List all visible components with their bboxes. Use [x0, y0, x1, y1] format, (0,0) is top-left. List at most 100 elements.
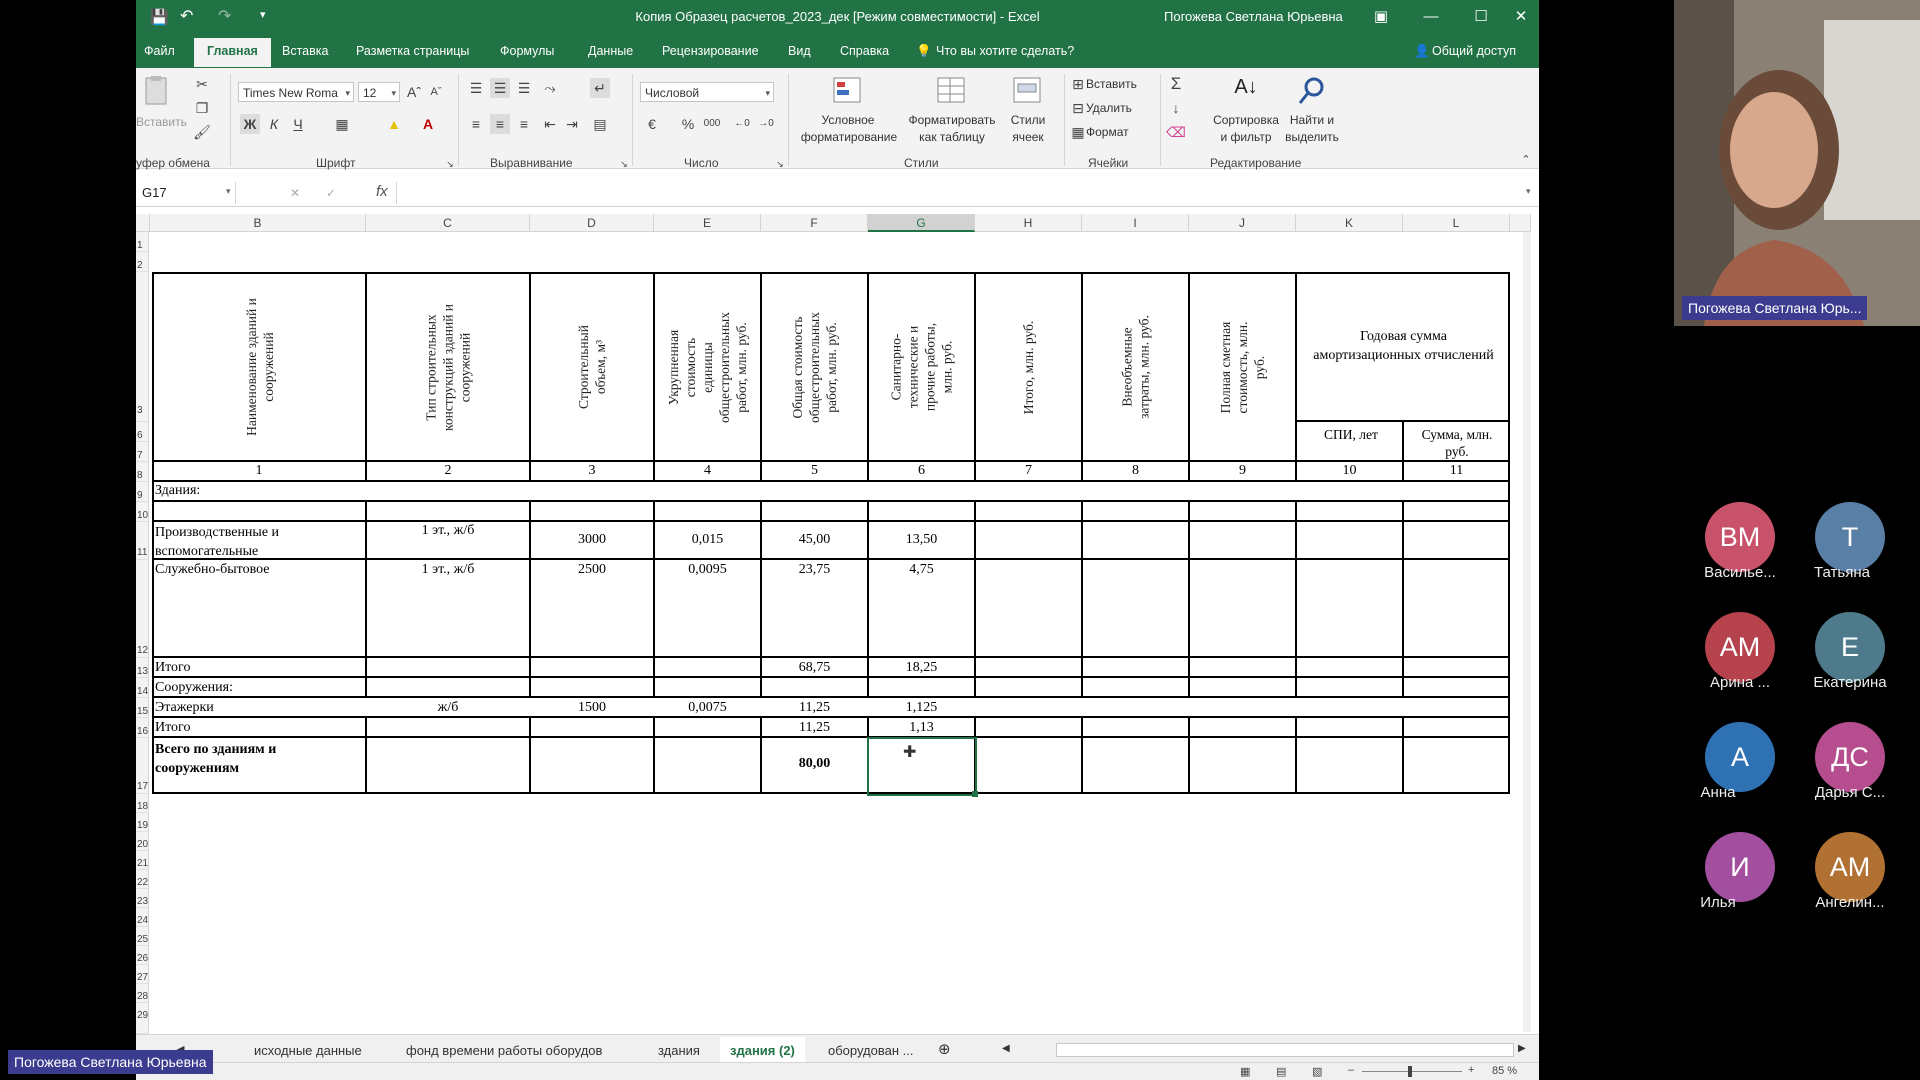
row-header[interactable]: 19 — [136, 813, 149, 832]
header-cell[interactable]: СПИ, лет — [1311, 426, 1391, 460]
participant-avatar[interactable]: ВМ — [1705, 502, 1775, 572]
row-header[interactable]: 21 — [136, 851, 149, 870]
row-header[interactable]: 12 — [136, 560, 149, 658]
row-header[interactable]: 3 — [136, 272, 149, 422]
format-painter-icon[interactable]: 🖌 — [192, 122, 212, 142]
underline-button[interactable]: Ч — [288, 114, 308, 134]
borders-icon[interactable]: ▦ — [332, 114, 352, 134]
column-header-partial[interactable] — [1510, 214, 1531, 232]
cell-sanitary[interactable]: 1,125 — [868, 700, 975, 716]
participant-avatar[interactable]: Т — [1815, 502, 1885, 572]
row-header[interactable]: 23 — [136, 889, 149, 908]
find-select-line2[interactable]: выделить — [1274, 129, 1350, 146]
scroll-right-icon[interactable]: ▶ — [1518, 1043, 1526, 1054]
tab-help[interactable]: Справка — [840, 44, 889, 58]
row-header[interactable]: 24 — [136, 908, 149, 927]
row-header[interactable]: 15 — [136, 698, 149, 718]
expand-formula-icon[interactable]: ▾ — [1526, 186, 1531, 197]
row-header[interactable]: 8 — [136, 462, 149, 482]
vertical-scrollbar[interactable] — [1523, 232, 1531, 1032]
tell-me-box[interactable]: Что вы хотите сделать? — [936, 44, 1074, 58]
zoom-in-icon[interactable]: + — [1468, 1064, 1474, 1076]
page-break-view-icon[interactable]: ▧ — [1312, 1065, 1322, 1078]
tab-formulas[interactable]: Формулы — [500, 44, 554, 58]
header-cell[interactable]: Годовая сумма амортизационных отчислений — [1297, 272, 1510, 420]
column-header[interactable]: D — [530, 214, 654, 232]
fill-color-icon[interactable]: ▲ — [384, 114, 404, 134]
tab-review[interactable]: Рецензирование — [662, 44, 759, 58]
align-right-icon[interactable]: ≡ — [514, 114, 534, 134]
maximize-button[interactable]: ☐ — [1468, 5, 1494, 29]
currency-icon[interactable]: € — [642, 114, 662, 134]
delete-cells-button[interactable]: Удалить — [1086, 100, 1132, 117]
cell-building-name[interactable]: Служебно-бытовое — [155, 562, 360, 578]
participant-avatar[interactable]: ДС — [1815, 722, 1885, 792]
add-sheet-icon[interactable]: ⊕ — [938, 1040, 951, 1058]
fill-icon[interactable]: ↓ — [1166, 98, 1186, 118]
cell-total-cost[interactable]: 23,75 — [761, 562, 868, 578]
insert-cells-button[interactable]: Вставить — [1086, 76, 1137, 93]
select-all-corner[interactable] — [136, 214, 150, 232]
cond-format-line2[interactable]: форматирование — [790, 129, 908, 146]
header-cell[interactable]: Санитарно-технические и прочие работы, м… — [869, 274, 974, 460]
participant-avatar[interactable]: И — [1705, 832, 1775, 902]
clear-icon[interactable]: ⌫ — [1166, 122, 1186, 142]
header-cell[interactable]: Полная сметная стоимость, млн. руб. — [1190, 274, 1295, 460]
cond-format-line1[interactable]: Условное — [810, 112, 886, 129]
minimize-button[interactable]: — — [1418, 5, 1444, 29]
cell-building-name[interactable]: Этажерки — [155, 700, 214, 716]
row-header[interactable]: 11 — [136, 522, 149, 560]
tab-page-layout[interactable]: Разметка страницы — [356, 44, 469, 58]
cell-volume[interactable]: 3000 — [530, 532, 654, 548]
percent-icon[interactable]: % — [678, 114, 698, 134]
participant-avatar[interactable]: АМ — [1815, 832, 1885, 902]
section-label[interactable]: Сооружения: — [155, 680, 233, 696]
formula-input[interactable] — [396, 182, 1532, 204]
column-header[interactable]: B — [150, 214, 366, 232]
col-number[interactable]: 6 — [868, 463, 975, 479]
decrease-decimal-icon[interactable]: →0 — [756, 114, 776, 134]
col-number[interactable]: 5 — [761, 463, 868, 479]
section-label[interactable]: Здания: — [155, 483, 200, 499]
conditional-formatting-icon[interactable] — [832, 76, 864, 106]
autosum-icon[interactable]: Σ — [1166, 74, 1186, 94]
align-left-icon[interactable]: ≡ — [466, 114, 486, 134]
tab-view[interactable]: Вид — [788, 44, 811, 58]
bold-button[interactable]: Ж — [240, 114, 260, 134]
copy-icon[interactable]: ❐ — [192, 98, 212, 118]
cell-grand-total[interactable]: 80,00 — [761, 756, 868, 772]
header-cell[interactable]: Наименование зданий и сооружений — [154, 274, 365, 460]
find-select-line1[interactable]: Найти и — [1274, 112, 1350, 129]
collapse-ribbon-icon[interactable]: ⌃ — [1516, 150, 1536, 170]
alignment-launcher-icon[interactable]: ↘ — [614, 154, 634, 174]
increase-indent-icon[interactable]: ⇥ — [562, 114, 582, 134]
font-size-combo[interactable]: 12 ▾ — [358, 82, 400, 102]
cell-total-cost[interactable]: 11,25 — [761, 700, 868, 716]
cell-type[interactable]: 1 эт., ж/б — [366, 562, 530, 578]
participant-avatar[interactable]: А — [1705, 722, 1775, 792]
font-color-icon[interactable]: A — [418, 114, 438, 134]
row-header[interactable]: 29 — [136, 1003, 149, 1034]
paste-label[interactable]: Вставить — [136, 114, 187, 131]
zoom-slider-thumb[interactable] — [1408, 1066, 1412, 1077]
header-cell[interactable]: Укрупненная стоимость единицы общестроит… — [655, 274, 760, 460]
column-header[interactable]: E — [654, 214, 761, 232]
find-select-icon[interactable] — [1296, 76, 1328, 106]
cell-grand-total-label[interactable]: Всего по зданиям и сооружениям — [155, 740, 360, 778]
col-number[interactable]: 7 — [975, 463, 1082, 479]
increase-font-icon[interactable]: Aˆ — [404, 82, 424, 102]
align-bottom-icon[interactable]: ☰ — [514, 78, 534, 98]
row-header[interactable]: 6 — [136, 422, 149, 442]
decrease-font-icon[interactable]: Aˇ — [426, 82, 446, 102]
header-cell[interactable]: Строительный объем, м³ — [531, 274, 653, 460]
row-header[interactable]: 20 — [136, 832, 149, 851]
cell-styles-icon[interactable] — [1012, 76, 1044, 106]
normal-view-icon[interactable]: ▦ — [1240, 1065, 1250, 1078]
col-number[interactable]: 1 — [152, 463, 366, 479]
cell-styles-line2[interactable]: ячеек — [998, 129, 1058, 146]
format-cells-icon[interactable]: ▦ — [1068, 122, 1088, 142]
cell-total-cost[interactable]: 11,25 — [761, 720, 868, 736]
row-header[interactable]: 25 — [136, 927, 149, 946]
sheet-tab[interactable]: исходные данные — [254, 1043, 362, 1058]
enter-icon[interactable]: ✓ — [326, 186, 336, 200]
